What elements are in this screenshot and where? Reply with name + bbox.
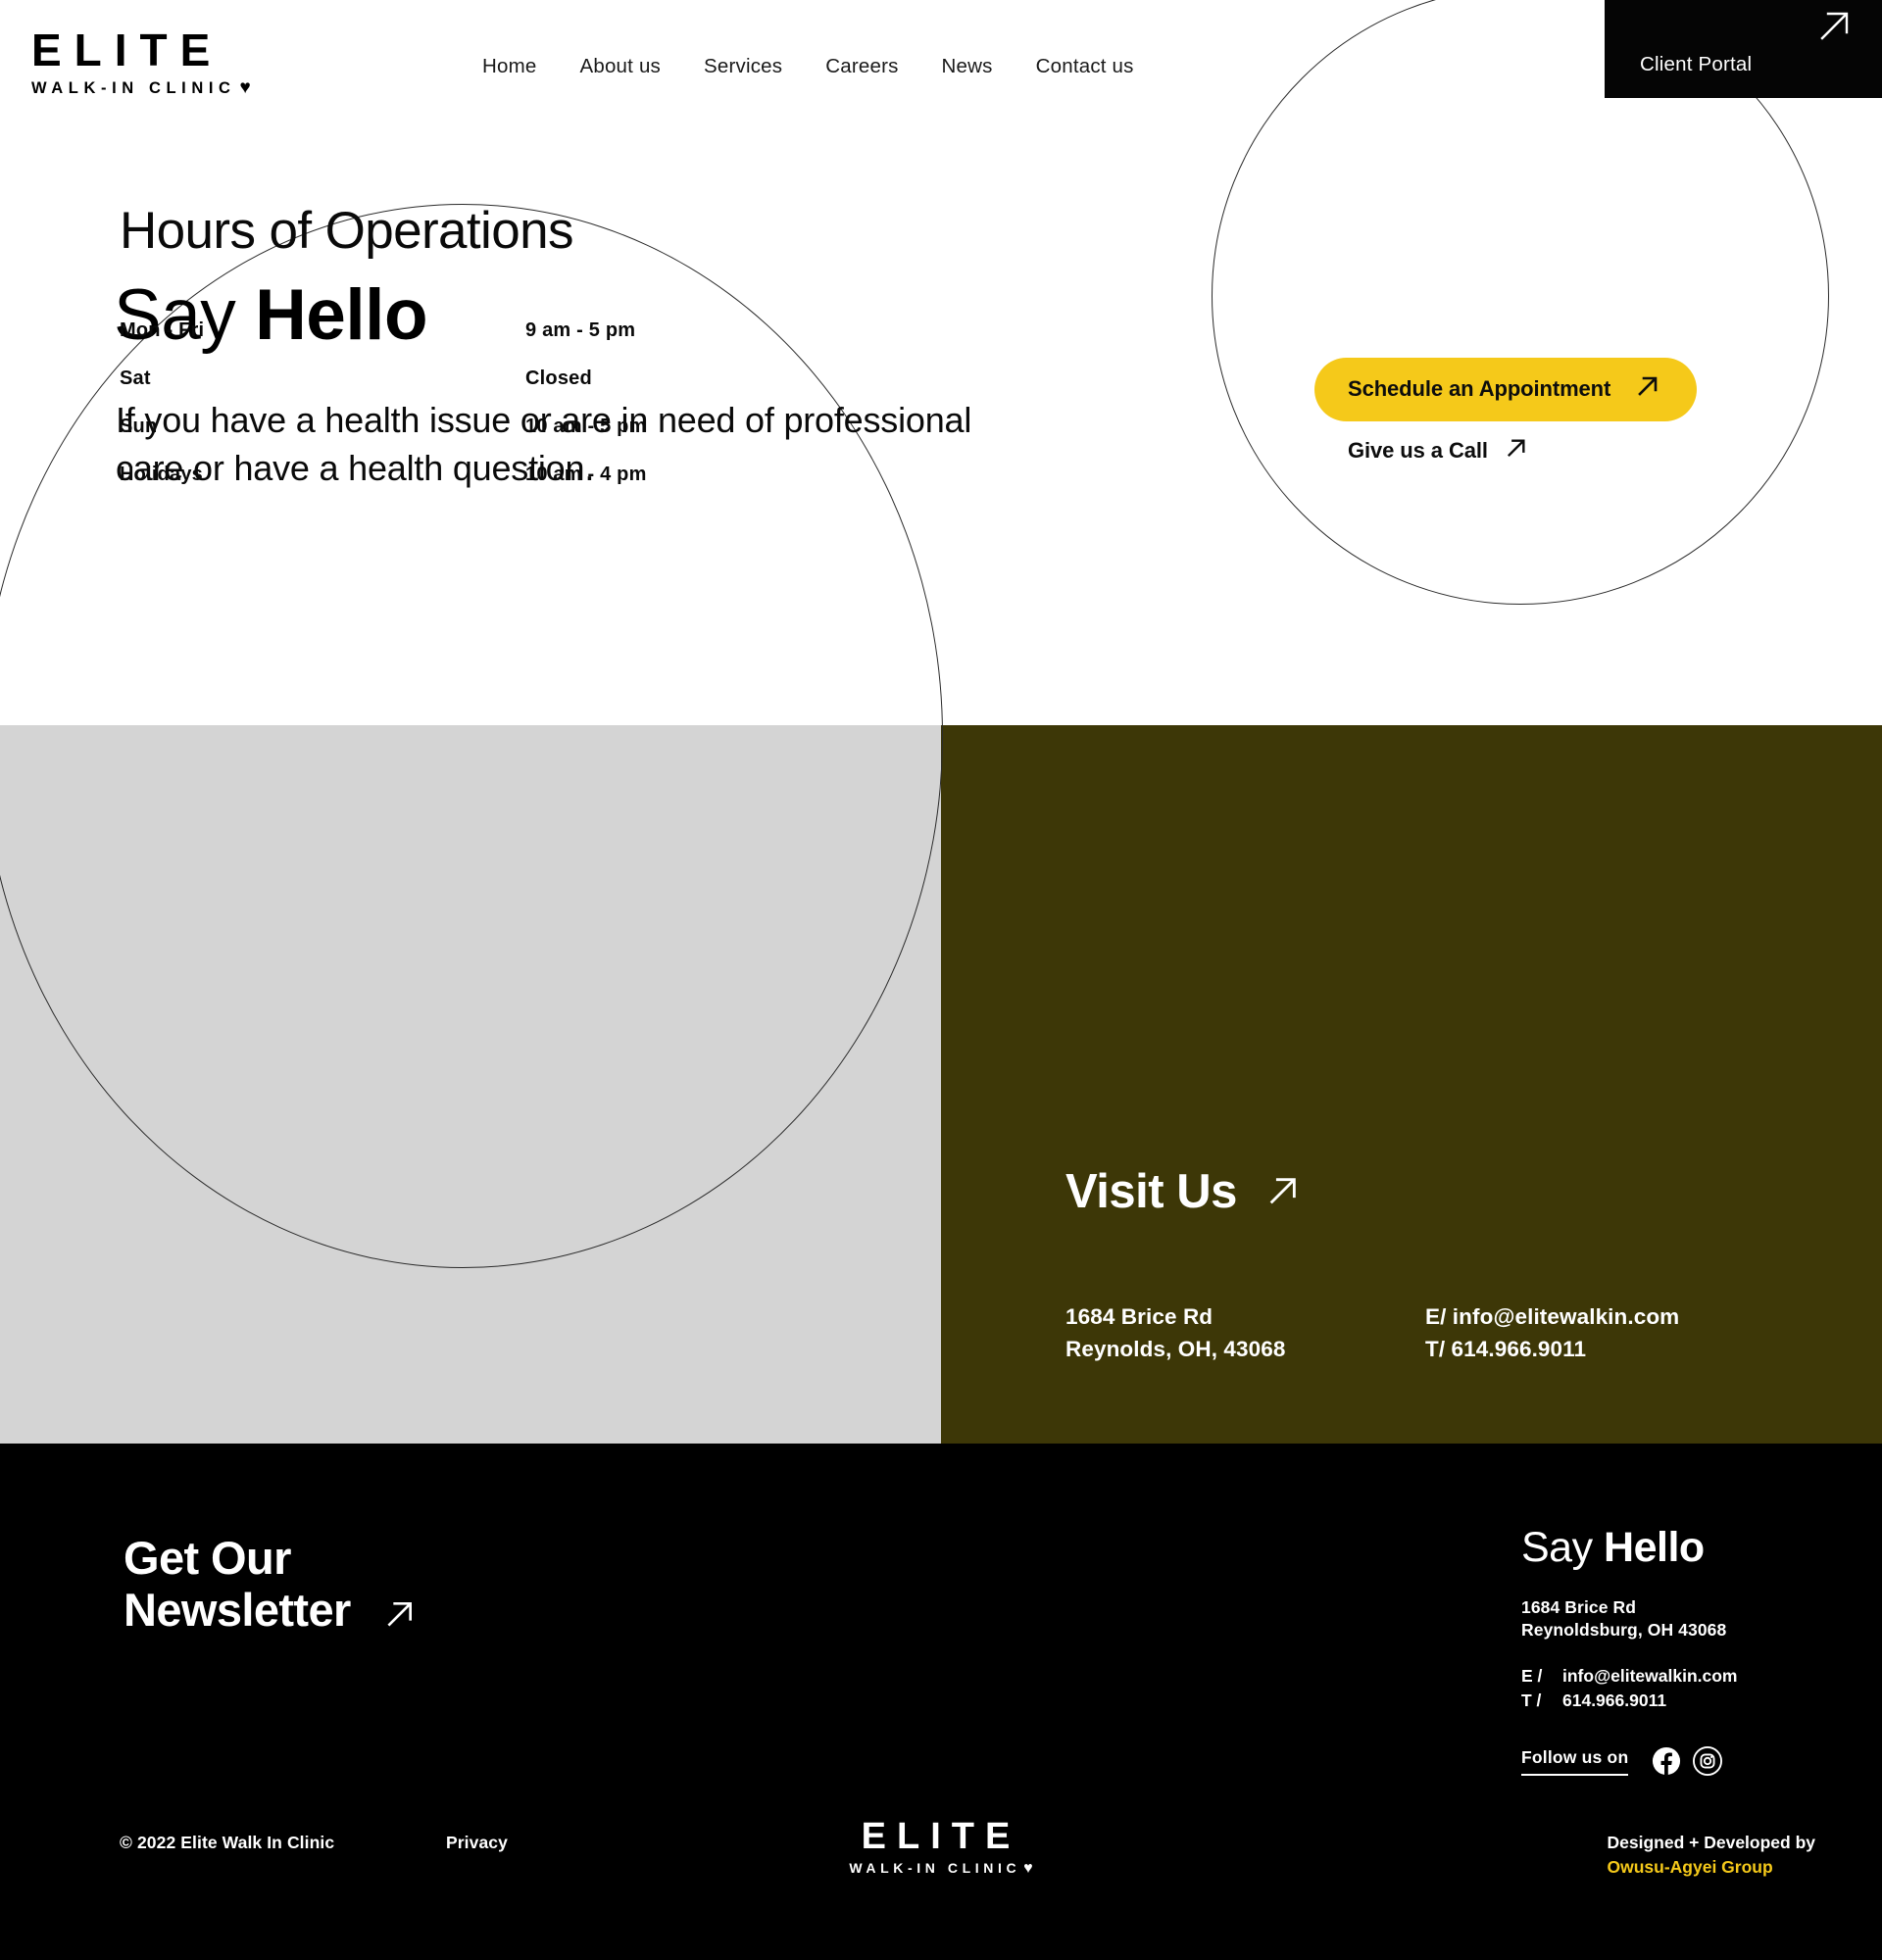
arrow-up-right-icon — [1815, 6, 1855, 45]
instagram-icon[interactable] — [1693, 1746, 1723, 1777]
footer-bottom-bar: © 2022 Elite Walk In Clinic Privacy ELIT… — [0, 1813, 1882, 1960]
footer-address-line2: Reynoldsburg, OH 43068 — [1521, 1620, 1727, 1641]
hours-time: Closed — [525, 368, 592, 389]
primary-navigation: Home About us Services Careers News Cont… — [461, 55, 1156, 78]
footer-contact: E / info@elitewalkin.com T / 614.966.9011 — [1521, 1664, 1815, 1714]
footer-logo-tagline: WALK-IN CLINIC ♥ — [849, 1860, 1033, 1877]
arrow-up-right-icon — [1636, 374, 1659, 404]
table-row: Holidays 10 am - 4 pm — [120, 464, 647, 486]
nav-item-careers[interactable]: Careers — [804, 55, 919, 78]
footer-phone-label: T / — [1521, 1690, 1542, 1710]
footer-say-hello-title: Say Hello — [1521, 1527, 1815, 1569]
nav-item-home[interactable]: Home — [461, 55, 558, 78]
footer-email-value: info@elitewalkin.com — [1562, 1665, 1738, 1686]
contact-page: ELITE WALK-IN CLINIC ♥ Home About us Serv… — [0, 0, 1882, 1960]
footer-say-hello-light: Say — [1521, 1524, 1605, 1571]
newsletter-title: Get Our Newsletter — [124, 1532, 416, 1640]
visit-us-label: Visit Us — [1065, 1165, 1237, 1218]
give-us-a-call-button[interactable]: Give us a Call — [1348, 437, 1697, 465]
visit-email[interactable]: E/ info@elitewalkin.com — [1425, 1301, 1679, 1334]
facebook-icon[interactable] — [1652, 1746, 1681, 1776]
footer-email-row[interactable]: E / info@elitewalkin.com — [1521, 1664, 1815, 1689]
hours-title: Hours of Operations — [120, 202, 573, 260]
nav-item-about-us[interactable]: About us — [558, 55, 682, 78]
newsletter-title-line1: Get Our — [124, 1532, 291, 1584]
hours-day: Holidays — [120, 464, 203, 485]
arrow-up-right-icon — [384, 1588, 416, 1640]
credits-studio-link[interactable]: Owusu-Agyei Group — [1608, 1855, 1816, 1880]
footer-address-line1: 1684 Brice Rd — [1521, 1597, 1637, 1617]
follow-us-label: Follow us on — [1521, 1747, 1629, 1776]
hours-time: 10 am - 4 pm — [525, 464, 647, 485]
visit-us-link[interactable]: Visit Us — [1065, 1164, 1679, 1219]
follow-us-block: Follow us on — [1521, 1746, 1815, 1777]
social-links — [1652, 1746, 1723, 1777]
nav-item-news[interactable]: News — [920, 55, 1015, 78]
footer-logo[interactable]: ELITE WALK-IN CLINIC ♥ — [849, 1818, 1032, 1878]
arrow-up-right-icon — [1506, 437, 1527, 465]
client-portal-button[interactable]: Client Portal — [1605, 0, 1882, 98]
schedule-appointment-label: Schedule an Appointment — [1348, 376, 1611, 401]
site-header: ELITE WALK-IN CLINIC ♥ Home About us Serv… — [0, 0, 1882, 110]
footer-say-hello-bold: Hello — [1604, 1524, 1705, 1571]
client-portal-label: Client Portal — [1640, 53, 1753, 75]
hero-cta-group: Schedule an Appointment Give us a Call — [1314, 358, 1698, 465]
table-row: Mon - Fri 9 am - 5 pm — [120, 319, 647, 342]
table-row: Sun 10 am - 5 pm — [120, 416, 647, 438]
nav-item-services[interactable]: Services — [682, 55, 804, 78]
copyright-text: © 2022 Elite Walk In Clinic — [120, 1833, 335, 1852]
newsletter-title-line2-wrap: Newsletter — [124, 1584, 416, 1640]
visit-contact: E/ info@elitewalkin.com T/ 614.966.9011 — [1425, 1301, 1679, 1365]
nav-item-contact-us[interactable]: Contact us — [1015, 55, 1156, 78]
hours-time: 9 am - 5 pm — [525, 319, 636, 341]
visit-us-details: 1684 Brice Rd Reynolds, OH, 43068 E/ inf… — [1065, 1301, 1679, 1365]
give-us-a-call-label: Give us a Call — [1348, 438, 1488, 463]
logo-tagline: WALK-IN CLINIC ♥ — [31, 76, 251, 98]
visit-address: 1684 Brice Rd Reynolds, OH, 43068 — [1065, 1301, 1425, 1365]
hours-day: Mon - Fri — [120, 319, 205, 341]
credits-line: Designed + Developed by — [1607, 1833, 1816, 1852]
site-footer: Get Our Newsletter Say Hello 1684 Brice — [0, 1444, 1882, 1960]
visit-phone[interactable]: T/ 614.966.9011 — [1425, 1334, 1679, 1366]
hours-day: Sat — [120, 368, 151, 389]
newsletter-title-line2: Newsletter — [124, 1584, 351, 1637]
hours-time: 10 am - 5 pm — [525, 416, 647, 437]
visit-address-line1: 1684 Brice Rd — [1065, 1304, 1213, 1329]
footer-phone-row[interactable]: T / 614.966.9011 — [1521, 1689, 1815, 1713]
arrow-up-right-icon — [1266, 1164, 1300, 1219]
hours-panel — [0, 725, 941, 1444]
heart-icon: ♥ — [1023, 1860, 1033, 1877]
footer-logo-wordmark: ELITE — [861, 1816, 1021, 1857]
visit-us-block: Visit Us 1684 Brice Rd Reynolds, OH, 430… — [1065, 1164, 1679, 1365]
credits-block: Designed + Developed by Owusu-Agyei Grou… — [1608, 1831, 1816, 1881]
hours-day: Sun — [120, 416, 158, 437]
newsletter-block[interactable]: Get Our Newsletter — [124, 1532, 416, 1640]
visit-address-line2: Reynolds, OH, 43068 — [1065, 1336, 1286, 1361]
heart-icon: ♥ — [239, 76, 251, 98]
table-row: Sat Closed — [120, 368, 647, 390]
hours-table: Mon - Fri 9 am - 5 pm Sat Closed Sun 10 … — [120, 319, 647, 486]
logo-wordmark: ELITE — [31, 24, 223, 75]
hours-of-operations: Hours of Operations Mon - Fri 9 am - 5 p… — [120, 201, 647, 512]
footer-say-hello: Say Hello 1684 Brice Rd Reynoldsburg, OH… — [1521, 1527, 1815, 1777]
footer-email-label: E / — [1521, 1665, 1543, 1686]
site-logo[interactable]: ELITE WALK-IN CLINIC ♥ — [31, 24, 251, 99]
footer-address: 1684 Brice Rd Reynoldsburg, OH 43068 — [1521, 1596, 1815, 1642]
schedule-appointment-button[interactable]: Schedule an Appointment — [1314, 358, 1698, 421]
privacy-link[interactable]: Privacy — [446, 1833, 508, 1853]
footer-phone-value: 614.966.9011 — [1562, 1690, 1667, 1710]
